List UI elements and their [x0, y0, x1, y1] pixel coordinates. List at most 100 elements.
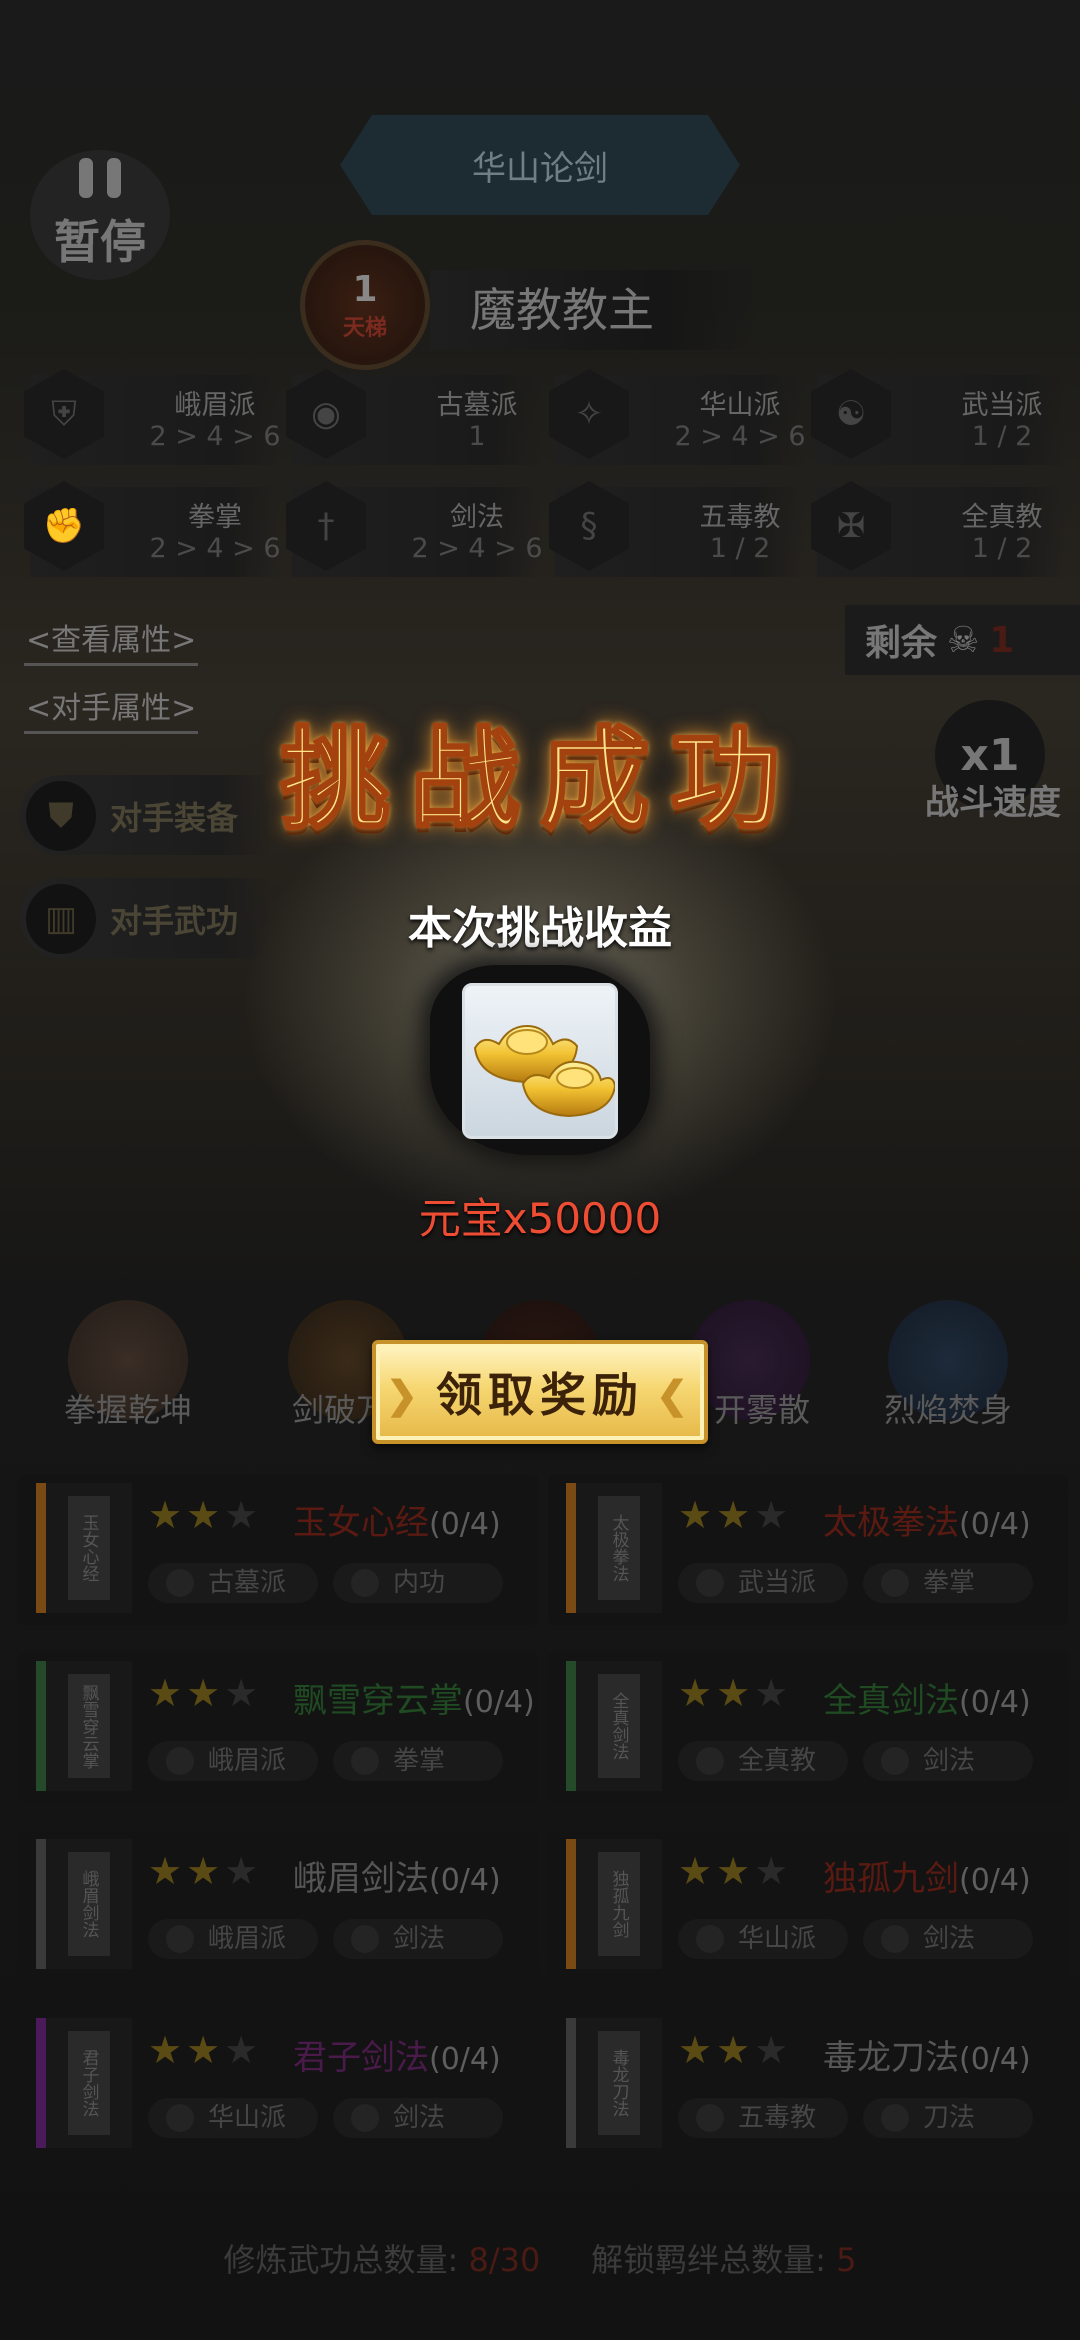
martial-art-name-row: 独孤九剑(0/4) [823, 1851, 1031, 1900]
martial-art-card[interactable]: 全真剑法 ★★★ 全真剑法(0/4) 全真教 剑法 [548, 1653, 1068, 1803]
faction-item[interactable]: ✧ 华山派 2 > 4 > 6 [549, 369, 806, 465]
martial-art-name: 峨眉剑法 [293, 1859, 429, 1899]
martial-art-tag: 内功 [333, 1563, 503, 1603]
trained-label: 修炼武功总数量: [223, 2241, 459, 2279]
view-attributes-link[interactable]: <查看属性> [24, 615, 199, 666]
tag-icon [166, 1925, 194, 1953]
gumu-icon: ◉ [286, 369, 366, 459]
star-icon: ★ [678, 1671, 717, 1715]
star-rating: ★★★ [678, 2028, 792, 2072]
martial-art-progress: (0/4) [429, 1863, 501, 1898]
faction-name: 峨眉派 [174, 390, 256, 421]
gold-ingot-icon [473, 1024, 615, 1118]
tag-label: 峨眉派 [208, 1746, 287, 1776]
martial-art-tag: 剑法 [863, 1919, 1033, 1959]
faction-name: 全真教 [961, 502, 1043, 533]
martial-art-progress: (0/4) [959, 1685, 1031, 1720]
star-icon: ★ [224, 2028, 263, 2072]
reward-item-tile[interactable] [462, 983, 618, 1139]
tag-icon [166, 1569, 194, 1597]
faction-item[interactable]: † 剑法 2 > 4 > 6 [286, 481, 543, 577]
martial-art-card[interactable]: 太极拳法 ★★★ 太极拳法(0/4) 武当派 拳掌 [548, 1475, 1068, 1625]
tag-label: 华山派 [738, 1924, 817, 1954]
martial-art-progress: (0/4) [959, 2042, 1031, 2077]
skill-label: 烈焰焚身 [883, 1391, 1012, 1429]
chevron-left-icon: ❯ [386, 1372, 424, 1417]
faction-value: 2 > 4 > 6 [149, 533, 281, 564]
faction-value: 2 > 4 > 6 [411, 533, 543, 564]
book-spine-text: 君子剑法 [68, 2031, 110, 2135]
star-icon: ★ [224, 1493, 263, 1537]
martial-art-card[interactable]: 飘雪穿云掌 ★★★ 飘雪穿云掌(0/4) 峨眉派 拳掌 [18, 1653, 538, 1803]
martial-art-tag: 峨眉派 [148, 1741, 318, 1781]
martial-art-progress: (0/4) [959, 1863, 1031, 1898]
star-icon: ★ [754, 1849, 793, 1893]
boss-name: 魔教教主 [430, 270, 760, 350]
remaining-count: 1 [989, 619, 1015, 661]
martial-art-name: 独孤九剑 [823, 1859, 959, 1899]
book-spine-text: 太极拳法 [598, 1496, 640, 1600]
faction-name: 武当派 [961, 390, 1043, 421]
martial-art-card[interactable]: 峨眉剑法 ★★★ 峨眉剑法(0/4) 峨眉派 剑法 [18, 1831, 538, 1981]
martial-art-progress: (0/4) [429, 2042, 501, 2077]
faction-item[interactable]: ◉ 古墓派 1 [286, 369, 542, 465]
sword-icon: † [286, 481, 366, 571]
martial-art-name-row: 飘雪穿云掌(0/4) [293, 1673, 535, 1722]
tag-label: 古墓派 [208, 1568, 287, 1598]
faction-item[interactable]: ✊ 拳掌 2 > 4 > 6 [24, 481, 281, 577]
martial-art-tag: 华山派 [148, 2098, 318, 2138]
martial-art-card[interactable]: 独孤九剑 ★★★ 独孤九剑(0/4) 华山派 剑法 [548, 1831, 1068, 1981]
star-rating: ★★★ [148, 1849, 262, 1893]
faction-item[interactable]: ⛨ 峨眉派 2 > 4 > 6 [24, 369, 281, 465]
martial-art-card[interactable]: 毒龙刀法 ★★★ 毒龙刀法(0/4) 五毒教 刀法 [548, 2010, 1068, 2160]
tag-icon [696, 1747, 724, 1775]
faction-value: 1 / 2 [709, 533, 771, 564]
star-rating: ★★★ [678, 1671, 792, 1715]
martial-art-name-row: 全真剑法(0/4) [823, 1673, 1031, 1722]
tag-icon [881, 1569, 909, 1597]
martial-art-tag: 拳掌 [863, 1563, 1033, 1603]
pause-button[interactable]: 暂停 [30, 150, 170, 280]
tag-label: 剑法 [923, 1924, 976, 1954]
tag-icon [351, 1569, 379, 1597]
faction-value: 1 [468, 421, 486, 452]
star-icon: ★ [186, 1671, 225, 1715]
faction-value: 2 > 4 > 6 [674, 421, 806, 452]
huashan-icon: ✧ [549, 369, 629, 459]
star-icon: ★ [148, 1671, 187, 1715]
martial-art-tag: 全真教 [678, 1741, 848, 1781]
manual-book-icon: 玉女心经 [36, 1483, 132, 1613]
faction-item[interactable]: § 五毒教 1 / 2 [549, 481, 805, 577]
star-icon: ★ [754, 1671, 793, 1715]
book-spine-text: 全真剑法 [598, 1674, 640, 1778]
faction-name: 剑法 [450, 502, 504, 533]
star-rating: ★★★ [148, 1671, 262, 1715]
claim-reward-button[interactable]: ❯ 领取奖励 ❮ [372, 1340, 708, 1444]
martial-art-card[interactable]: 君子剑法 ★★★ 君子剑法(0/4) 华山派 剑法 [18, 2010, 538, 2160]
faction-item[interactable]: ☯ 武当派 1 / 2 [811, 369, 1067, 465]
faction-name: 华山派 [699, 390, 781, 421]
star-icon: ★ [716, 2028, 755, 2072]
tag-label: 华山派 [208, 2103, 287, 2133]
star-icon: ★ [678, 1493, 717, 1537]
remaining-counter: 剩余 ☠ 1 [845, 605, 1080, 675]
tag-icon [351, 1925, 379, 1953]
tag-icon [696, 1925, 724, 1953]
star-icon: ★ [716, 1493, 755, 1537]
martial-art-name: 君子剑法 [293, 2038, 429, 2078]
faction-item[interactable]: ✠ 全真教 1 / 2 [811, 481, 1067, 577]
martial-art-progress: (0/4) [463, 1685, 535, 1720]
tag-icon [696, 2104, 724, 2132]
manual-book-icon: 毒龙刀法 [566, 2018, 662, 2148]
star-rating: ★★★ [148, 2028, 262, 2072]
tag-label: 内功 [393, 1568, 446, 1598]
tag-icon [351, 1747, 379, 1775]
martial-art-card[interactable]: 玉女心经 ★★★ 玉女心经(0/4) 古墓派 内功 [18, 1475, 538, 1625]
book-spine-text: 玉女心经 [68, 1496, 110, 1600]
martial-art-tag: 拳掌 [333, 1741, 503, 1781]
mode-title-banner: 华山论剑 [340, 115, 740, 215]
faction-name: 拳掌 [188, 502, 242, 533]
boss-rank: 1 [352, 268, 378, 310]
star-icon: ★ [716, 1849, 755, 1893]
martial-art-tag: 剑法 [333, 2098, 503, 2138]
